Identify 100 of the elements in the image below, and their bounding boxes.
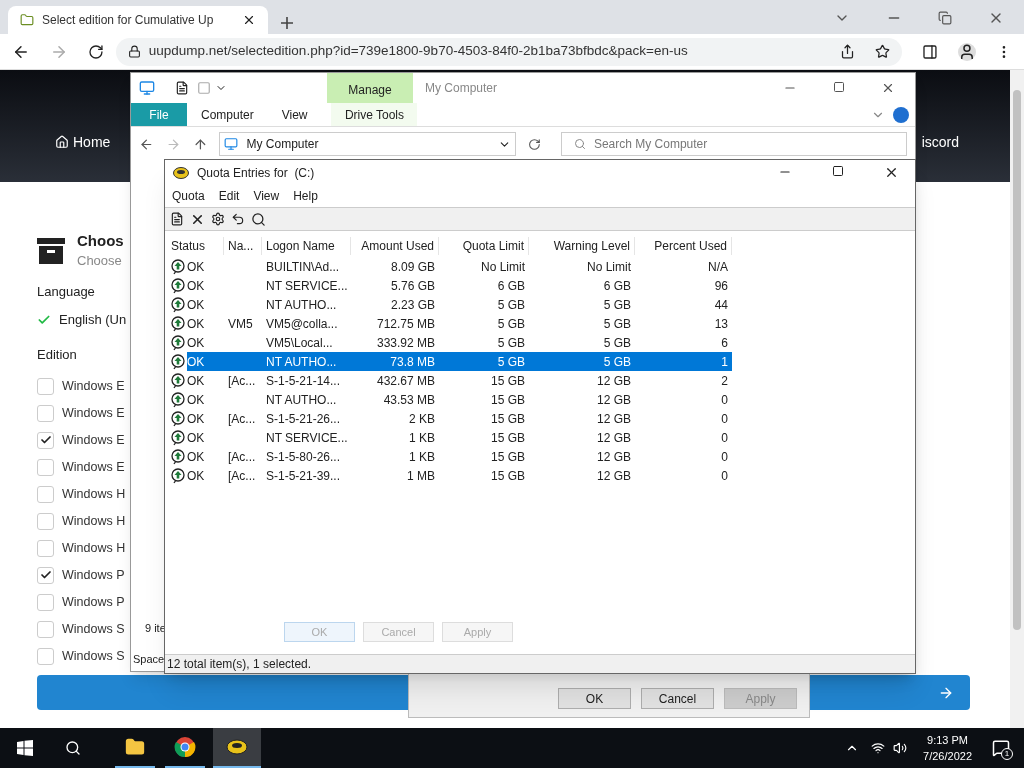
table-cell-text: 43.53 MB <box>383 391 435 409</box>
page-heading: Choos <box>77 232 124 251</box>
table-cell-text: 13 <box>714 315 728 333</box>
table-cell-text: VM5@colla... <box>266 315 338 333</box>
language-value: English (Un <box>59 310 127 329</box>
table-cell-text: OK <box>187 429 205 447</box>
status-text: Space <box>133 651 165 667</box>
table-cell-text: VM5\Local... <box>266 334 333 352</box>
table-cell-text: 15 GB <box>490 467 525 485</box>
table-cell-text: 1 KB <box>409 429 435 447</box>
table-cell-text: 15 GB <box>490 372 525 390</box>
table-cell-text: BUILTIN\Ad... <box>266 258 340 276</box>
search-placeholder: Search My Computer <box>593 136 708 153</box>
address-text: My Computer <box>246 136 319 153</box>
table-cell-text: NT AUTHO... <box>266 391 337 409</box>
table-cell-text: 12 GB <box>596 391 631 409</box>
table-cell-text: 44 <box>714 296 728 314</box>
table-cell-text: 15 GB <box>490 429 525 447</box>
table-cell-text: 5.76 GB <box>390 277 435 295</box>
table-cell-text: OK <box>187 315 205 333</box>
edition-label: Windows P <box>62 593 125 611</box>
table-cell-text: 0 <box>721 429 728 447</box>
edition-label: Windows E <box>62 458 125 476</box>
edition-label: Windows S <box>62 620 125 638</box>
table-cell-text: N/A <box>708 258 728 276</box>
edition-label: Windows S <box>62 647 125 665</box>
edition-label: Windows E <box>62 431 125 449</box>
table-cell-text: 1 MB <box>407 467 435 485</box>
table-cell-text: 2 <box>721 372 728 390</box>
table-cell-text: OK <box>187 296 205 314</box>
table-cell-text: OK <box>187 372 205 390</box>
status-text: 12 total item(s), 1 selected. <box>167 656 312 673</box>
table-cell-text: 12 GB <box>596 372 631 390</box>
table-cell-text: 73.8 MB <box>390 353 435 371</box>
edition-label: Windows E <box>62 377 125 395</box>
table-cell-text: 432.67 MB <box>376 372 435 390</box>
context-tab-header: Manage <box>327 73 413 103</box>
table-cell-text: OK <box>187 467 205 485</box>
table-cell-text: No Limit <box>587 258 631 276</box>
table-cell-text: No Limit <box>481 258 525 276</box>
edition-label: Windows H <box>62 512 126 530</box>
window-title: My Computer <box>425 80 498 97</box>
table-cell-text: [Ac... <box>228 448 256 466</box>
table-cell-text: NT SERVICE... <box>266 277 348 295</box>
table-cell-text: [Ac... <box>228 467 256 485</box>
tab-title: Select edition for Cumulative Up <box>42 12 215 29</box>
table-cell-text: 5 GB <box>603 296 631 314</box>
table-cell-text: OK <box>187 277 205 295</box>
table-cell-text: 333.92 MB <box>376 334 435 352</box>
table-cell-text: 2.23 GB <box>390 296 435 314</box>
table-cell-text: 0 <box>721 467 728 485</box>
table-cell-text: 6 GB <box>603 277 631 295</box>
table-cell-text: S-1-5-80-26... <box>266 448 341 466</box>
table-cell-text: 1 <box>721 353 728 371</box>
table-cell-text: 712.75 MB <box>376 315 435 333</box>
edition-label: Windows H <box>62 539 126 557</box>
table-cell-text: [Ac... <box>228 410 256 428</box>
table-cell-text: 2 KB <box>409 410 435 428</box>
table-cell-text: 5 GB <box>603 353 631 371</box>
edition-label: Windows P <box>62 566 125 584</box>
table-cell-text: [Ac... <box>228 372 256 390</box>
table-cell-text: 0 <box>721 410 728 428</box>
table-cell-text: 6 GB <box>497 277 525 295</box>
table-cell-text: NT SERVICE... <box>266 429 348 447</box>
table-cell-text: 5 GB <box>497 334 525 352</box>
table-cell-text: OK <box>187 410 205 428</box>
table-cell-text: 12 GB <box>596 429 631 447</box>
table-cell-text: 1 KB <box>409 448 435 466</box>
table-cell-text: 5 GB <box>603 315 631 333</box>
notification-badge: 1 <box>1001 748 1013 760</box>
edition-label: Windows H <box>62 485 126 503</box>
table-cell-text: OK <box>187 353 205 371</box>
table-cell-text: 12 GB <box>596 410 631 428</box>
table-cell-text: 12 GB <box>596 467 631 485</box>
table-cell-text: S-1-5-21-26... <box>266 410 341 428</box>
table-cell-text: 15 GB <box>490 410 525 428</box>
table-cell-text: 8.09 GB <box>390 258 435 276</box>
section-label: Edition <box>37 346 77 365</box>
table-cell-text: OK <box>187 391 205 409</box>
table-cell-text: 5 GB <box>603 334 631 352</box>
table-cell-text: 5 GB <box>497 315 525 333</box>
table-cell-text: 15 GB <box>490 448 525 466</box>
table-cell-text: NT AUTHO... <box>266 296 337 314</box>
table-cell-text: NT AUTHO... <box>266 353 337 371</box>
page-subheading: Choose <box>77 251 123 270</box>
table-cell-text: 15 GB <box>490 391 525 409</box>
table-cell-text: 0 <box>721 391 728 409</box>
edition-label: Windows E <box>62 404 125 422</box>
table-cell-text: 96 <box>714 277 728 295</box>
table-cell-text: 12 GB <box>596 448 631 466</box>
table-cell-text: VM5 <box>228 315 253 333</box>
table-cell-text: OK <box>187 448 205 466</box>
table-cell-text: S-1-5-21-14... <box>266 372 341 390</box>
table-cell-text: OK <box>187 258 205 276</box>
url-text: uupdump.net/selectedition.php?id=739e1800-9b70-4503-84f0-2b1ba73bfbdc&pack=en-us <box>148 42 688 61</box>
section-label: Language <box>37 283 95 302</box>
table-cell-text: 5 GB <box>497 296 525 314</box>
window-title: Quota Entries for (C:) <box>197 164 315 182</box>
table-cell-text: 5 GB <box>497 353 525 371</box>
table-cell-text: OK <box>187 334 205 352</box>
